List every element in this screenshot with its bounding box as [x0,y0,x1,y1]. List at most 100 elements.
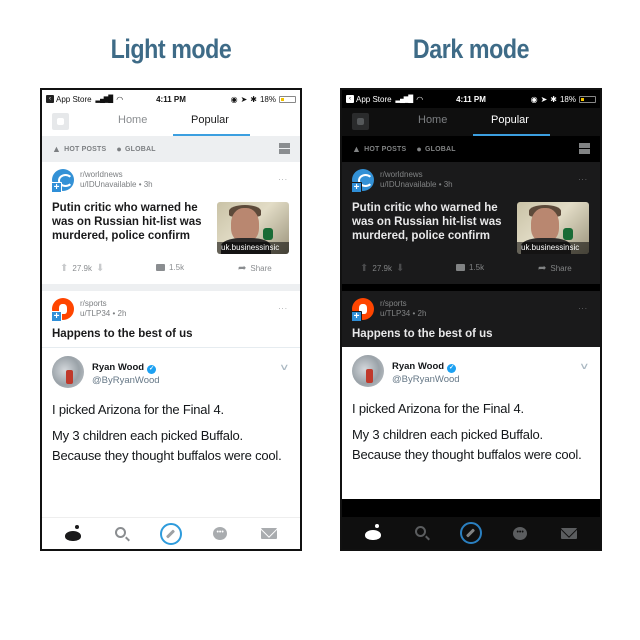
compose-post-icon[interactable] [458,521,484,545]
more-options-icon[interactable]: ... [278,173,288,182]
card-divider [342,284,600,291]
chevron-down-icon[interactable]: ∨ [579,361,590,372]
light-mode-title: Light mode [110,34,232,64]
post-author-age: u/TLP34 • 2h [380,309,427,318]
tab-home[interactable]: Home [418,114,447,126]
post-thumbnail[interactable]: uk.businessinsic [517,202,589,254]
post-card[interactable]: + r/worldnews u/IDUnavailable • 3h ... P… [342,162,600,284]
battery-icon [279,95,296,103]
join-plus-icon[interactable]: + [351,182,362,193]
chat-icon[interactable]: ••• [507,521,533,545]
battery-percent: 18% [259,94,276,104]
tweet-author-avatar[interactable] [352,355,384,387]
tab-popular[interactable]: Popular [191,114,229,126]
wifi-icon: ◠ [116,94,124,104]
join-plus-icon[interactable]: + [51,311,62,322]
join-plus-icon[interactable]: + [351,311,362,322]
join-plus-icon[interactable]: + [51,182,62,193]
battery-icon [579,95,596,103]
share-arrow-icon: ➦ [538,263,547,274]
post-title[interactable]: Putin critic who warned he was on Russia… [342,196,512,252]
sort-bar: ▲ HOT POSTS ● GLOBAL [42,136,300,162]
share-arrow-icon: ➦ [238,263,247,274]
home-snoo-icon[interactable] [60,522,86,546]
tweet-author-avatar[interactable] [52,356,84,388]
map-pin-icon: ● [116,144,122,154]
share-label: Share [250,264,272,273]
map-pin-icon: ● [416,144,422,154]
chevron-down-icon[interactable]: ∨ [279,362,290,373]
status-bar: ‹ App Store ▂▄▆█ ◠ 4:11 PM ◉ ➤ ✱ 18% [342,90,600,108]
card-layout-icon[interactable] [279,143,290,154]
subreddit-name[interactable]: r/worldnews [80,170,153,180]
location-global[interactable]: GLOBAL [125,146,156,153]
embedded-tweet[interactable]: Ryan Wood ✓ @ByRyanWood ∨ I picked Arizon… [342,347,600,499]
inbox-mail-icon[interactable] [256,522,282,546]
more-options-icon[interactable]: ... [578,302,588,311]
search-icon[interactable] [409,521,435,545]
tweet-paragraph: I picked Arizona for the Final 4. [52,402,224,417]
subreddit-name[interactable]: r/sports [380,299,426,309]
sort-bar: ▲ HOT POSTS ● GLOBAL [342,136,600,162]
tweet-author-handle[interactable]: @ByRyanWood [392,374,460,385]
post-author-age: u/IDUnavailable • 3h [380,180,453,189]
tweet-author-handle[interactable]: @ByRyanWood [92,375,160,386]
back-to-app-label[interactable]: App Store [356,95,392,104]
back-arrow-icon[interactable]: ‹ [46,95,54,103]
post-actions: ⬆ 27.9k ⬇ 1.5k ➦ Share [42,252,300,284]
post-title[interactable]: Happens to the best of us [342,325,600,347]
more-options-icon[interactable]: ... [578,173,588,182]
card-layout-icon[interactable] [579,143,590,154]
post-title[interactable]: Happens to the best of us [42,325,300,347]
status-bar: ‹ App Store ▂▄▆█ ◠ 4:11 PM ◉ ➤ ✱ 18% [42,90,300,108]
comment-icon [156,264,165,271]
verified-badge-icon: ✓ [447,364,457,373]
post-author-age: u/TLP34 • 2h [80,309,127,318]
share-button[interactable]: ➦ Share [538,263,572,274]
user-avatar-icon[interactable] [52,113,69,130]
tweet-text: I picked Arizona for the Final 4. My 3 c… [52,400,290,472]
bluetooth-icon: ✱ [250,94,257,104]
back-to-app-label[interactable]: App Store [56,95,92,104]
comments-button[interactable]: 1.5k [156,263,184,272]
home-snoo-icon[interactable] [360,521,386,545]
post-card[interactable]: + r/sports u/TLP34 • 2h ... Happens to t… [42,291,300,347]
phone-dark-mode: ‹ App Store ▂▄▆█ ◠ 4:11 PM ◉ ➤ ✱ 18% Hom… [340,88,602,551]
downvote-icon[interactable]: ⬇ [96,263,104,274]
tab-home[interactable]: Home [118,114,147,126]
sort-hot-posts[interactable]: HOT POSTS [364,146,406,153]
tweet-author-name[interactable]: Ryan Wood ✓ [392,361,457,373]
post-card[interactable]: + r/worldnews u/IDUnavailable • 3h ... P… [42,162,300,284]
embedded-tweet[interactable]: Ryan Wood ✓ @ByRyanWood ∨ I picked Arizon… [42,347,300,499]
bottom-tab-bar: ••• [42,517,300,549]
upvote-icon[interactable]: ⬆ [360,263,368,274]
user-avatar-icon[interactable] [352,113,369,130]
inbox-mail-icon[interactable] [556,521,582,545]
search-icon[interactable] [109,522,135,546]
location-global[interactable]: GLOBAL [425,146,456,153]
vote-count: 27.9k [372,264,392,273]
post-title[interactable]: Putin critic who warned he was on Russia… [42,196,212,252]
share-button[interactable]: ➦ Share [238,263,272,274]
tweet-author-name[interactable]: Ryan Wood ✓ [92,362,157,374]
share-label: Share [550,264,572,273]
tweet-text: I picked Arizona for the Final 4. My 3 c… [352,399,590,471]
post-thumbnail[interactable]: uk.businessinsic [217,202,289,254]
subreddit-name[interactable]: r/sports [80,299,126,309]
subreddit-name[interactable]: r/worldnews [380,170,453,180]
screen-lock-icon: ◉ [230,94,238,104]
bluetooth-icon: ✱ [550,94,557,104]
sort-hot-posts[interactable]: HOT POSTS [64,146,106,153]
tab-popular[interactable]: Popular [491,114,529,126]
location-arrow-icon: ➤ [540,94,548,104]
battery-percent: 18% [559,94,576,104]
back-arrow-icon[interactable]: ‹ [346,95,354,103]
upvote-icon[interactable]: ⬆ [60,263,68,274]
more-options-icon[interactable]: ... [278,302,288,311]
compose-post-icon[interactable] [158,522,184,546]
post-card[interactable]: + r/sports u/TLP34 • 2h ... Happens to t… [342,291,600,347]
chat-icon[interactable]: ••• [207,522,233,546]
downvote-icon[interactable]: ⬇ [396,263,404,274]
comments-button[interactable]: 1.5k [456,263,484,272]
signal-bars-icon: ▂▄▆█ [95,96,114,103]
